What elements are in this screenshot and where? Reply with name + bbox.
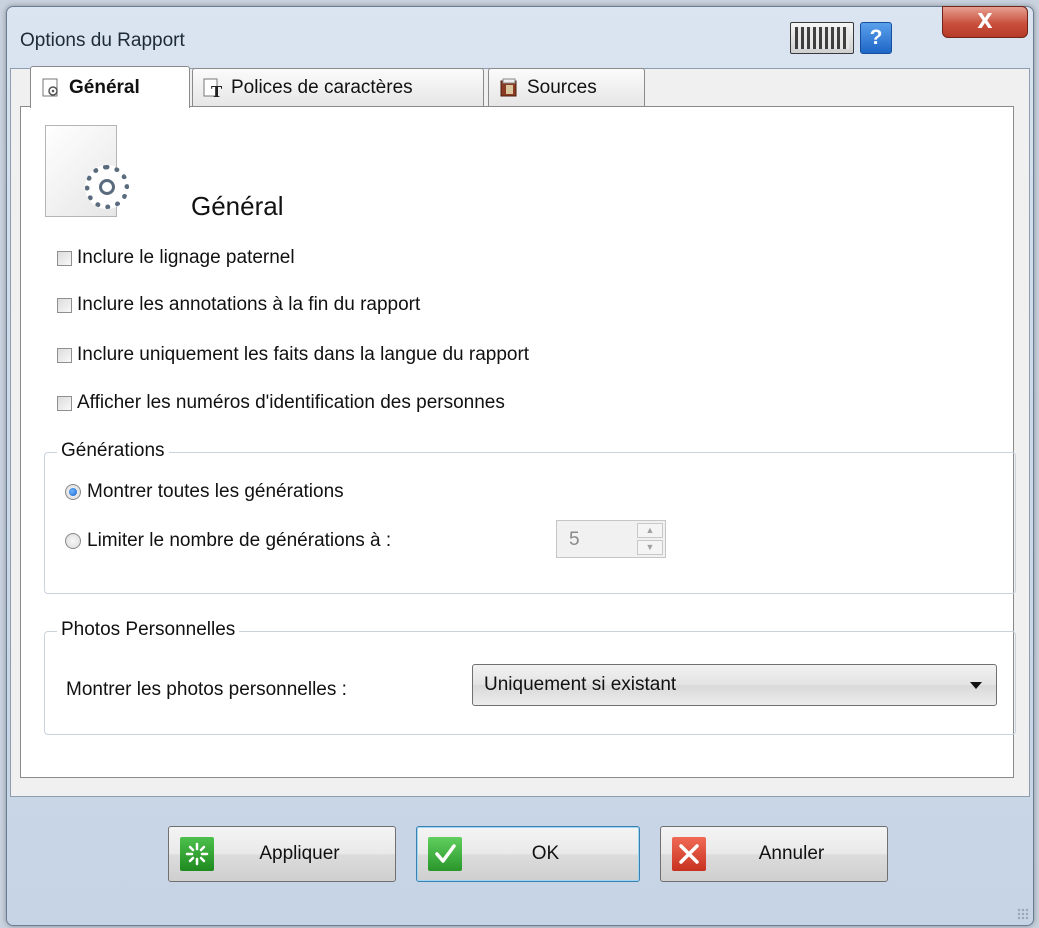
tab-fonts[interactable]: T Polices de caractères [192, 68, 484, 106]
radio-label: Limiter le nombre de générations à : [87, 530, 392, 551]
chevron-down-icon [970, 681, 982, 689]
spinner-up-button[interactable]: ▲ [637, 523, 663, 538]
close-button[interactable]: X [942, 6, 1028, 38]
generations-group [44, 452, 1016, 594]
checkbox-box[interactable] [57, 250, 72, 266]
generations-spinner[interactable]: 5 ▲ ▼ [556, 520, 666, 558]
checkbox-label: Inclure le lignage paternel [77, 247, 295, 268]
checkbox-box[interactable] [57, 347, 72, 363]
checkbox-person-ids[interactable]: Afficher les numéros d'identification de… [57, 392, 505, 414]
checkbox-label: Afficher les numéros d'identification de… [77, 392, 505, 413]
checkbox-box[interactable] [57, 395, 72, 411]
cancel-x-icon [672, 837, 706, 871]
gear-icon [85, 165, 129, 209]
cancel-label: Annuler [758, 843, 825, 864]
spinner-value: 5 [569, 529, 580, 550]
tab-general-label: Général [69, 76, 140, 98]
radio-limit-generations[interactable]: Limiter le nombre de générations à : [65, 530, 391, 552]
tab-sources-label: Sources [527, 76, 597, 98]
photos-label: Montrer les photos personnelles : [66, 679, 347, 700]
checkmark-icon [428, 837, 462, 871]
font-icon: T [203, 78, 223, 101]
apply-label: Appliquer [259, 843, 340, 864]
checkbox-paternal-lineage[interactable]: Inclure le lignage paternel [57, 247, 295, 269]
generations-legend: Générations [57, 440, 169, 462]
dialog-content: Général T Polices de caractères Sources … [10, 66, 1030, 797]
checkbox-box[interactable] [57, 297, 72, 313]
checkbox-annotations-end[interactable]: Inclure les annotations à la fin du rapp… [57, 294, 420, 316]
section-heading: Général [191, 191, 284, 221]
tab-fonts-label: Polices de caractères [231, 76, 413, 98]
svg-text:T: T [211, 83, 223, 98]
resize-grip-icon[interactable] [1017, 908, 1029, 920]
cancel-button[interactable]: Annuler [660, 826, 888, 882]
photos-legend: Photos Personnelles [57, 619, 240, 641]
tab-sources[interactable]: Sources [488, 68, 645, 106]
settings-page-icon [41, 78, 61, 98]
help-button[interactable]: ? [860, 22, 892, 54]
checkbox-facts-language[interactable]: Inclure uniquement les faits dans la lan… [57, 344, 529, 366]
ok-button[interactable]: OK [416, 826, 640, 882]
dropdown-value: Uniquement si existant [484, 674, 677, 695]
keyboard-icon[interactable] [790, 22, 854, 54]
apply-icon [180, 837, 214, 871]
photos-dropdown[interactable]: Uniquement si existant [472, 664, 997, 706]
ok-label: OK [531, 843, 560, 864]
spinner-down-button[interactable]: ▼ [637, 540, 663, 555]
radio-all-generations[interactable]: Montrer toutes les générations [65, 481, 344, 503]
apply-button[interactable]: Appliquer [168, 826, 396, 882]
window-title: Options du Rapport [20, 30, 185, 51]
tab-general[interactable]: Général [30, 66, 190, 108]
book-icon [499, 78, 519, 98]
tab-panel-general: Général Inclure le lignage paternel Incl… [20, 106, 1016, 778]
checkbox-label: Inclure les annotations à la fin du rapp… [77, 294, 421, 315]
radio-label: Montrer toutes les générations [87, 481, 344, 502]
checkbox-label: Inclure uniquement les faits dans la lan… [77, 344, 530, 365]
radio-button[interactable] [65, 533, 81, 549]
radio-button[interactable] [65, 484, 81, 500]
